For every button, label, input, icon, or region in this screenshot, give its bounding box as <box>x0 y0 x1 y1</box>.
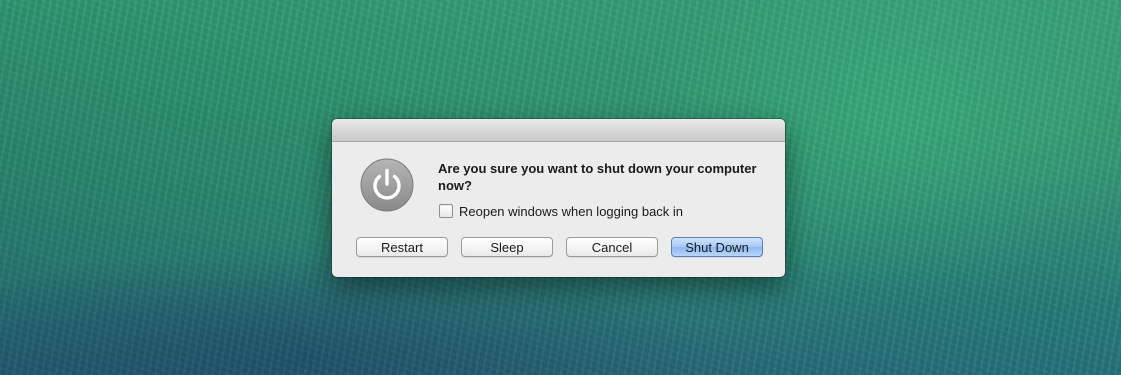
reopen-windows-option[interactable]: Reopen windows when logging back in <box>439 202 683 220</box>
shut-down-button[interactable]: Shut Down <box>671 237 763 257</box>
restart-button[interactable]: Restart <box>356 237 448 257</box>
cancel-button[interactable]: Cancel <box>566 237 658 257</box>
reopen-windows-label[interactable]: Reopen windows when logging back in <box>459 204 683 219</box>
dialog-message: Are you sure you want to shut down your … <box>438 161 757 193</box>
reopen-windows-checkbox[interactable] <box>439 204 453 218</box>
sleep-button[interactable]: Sleep <box>461 237 553 257</box>
dialog-titlebar <box>332 119 785 142</box>
shutdown-dialog: Are you sure you want to shut down your … <box>332 119 785 277</box>
power-icon <box>360 158 414 212</box>
